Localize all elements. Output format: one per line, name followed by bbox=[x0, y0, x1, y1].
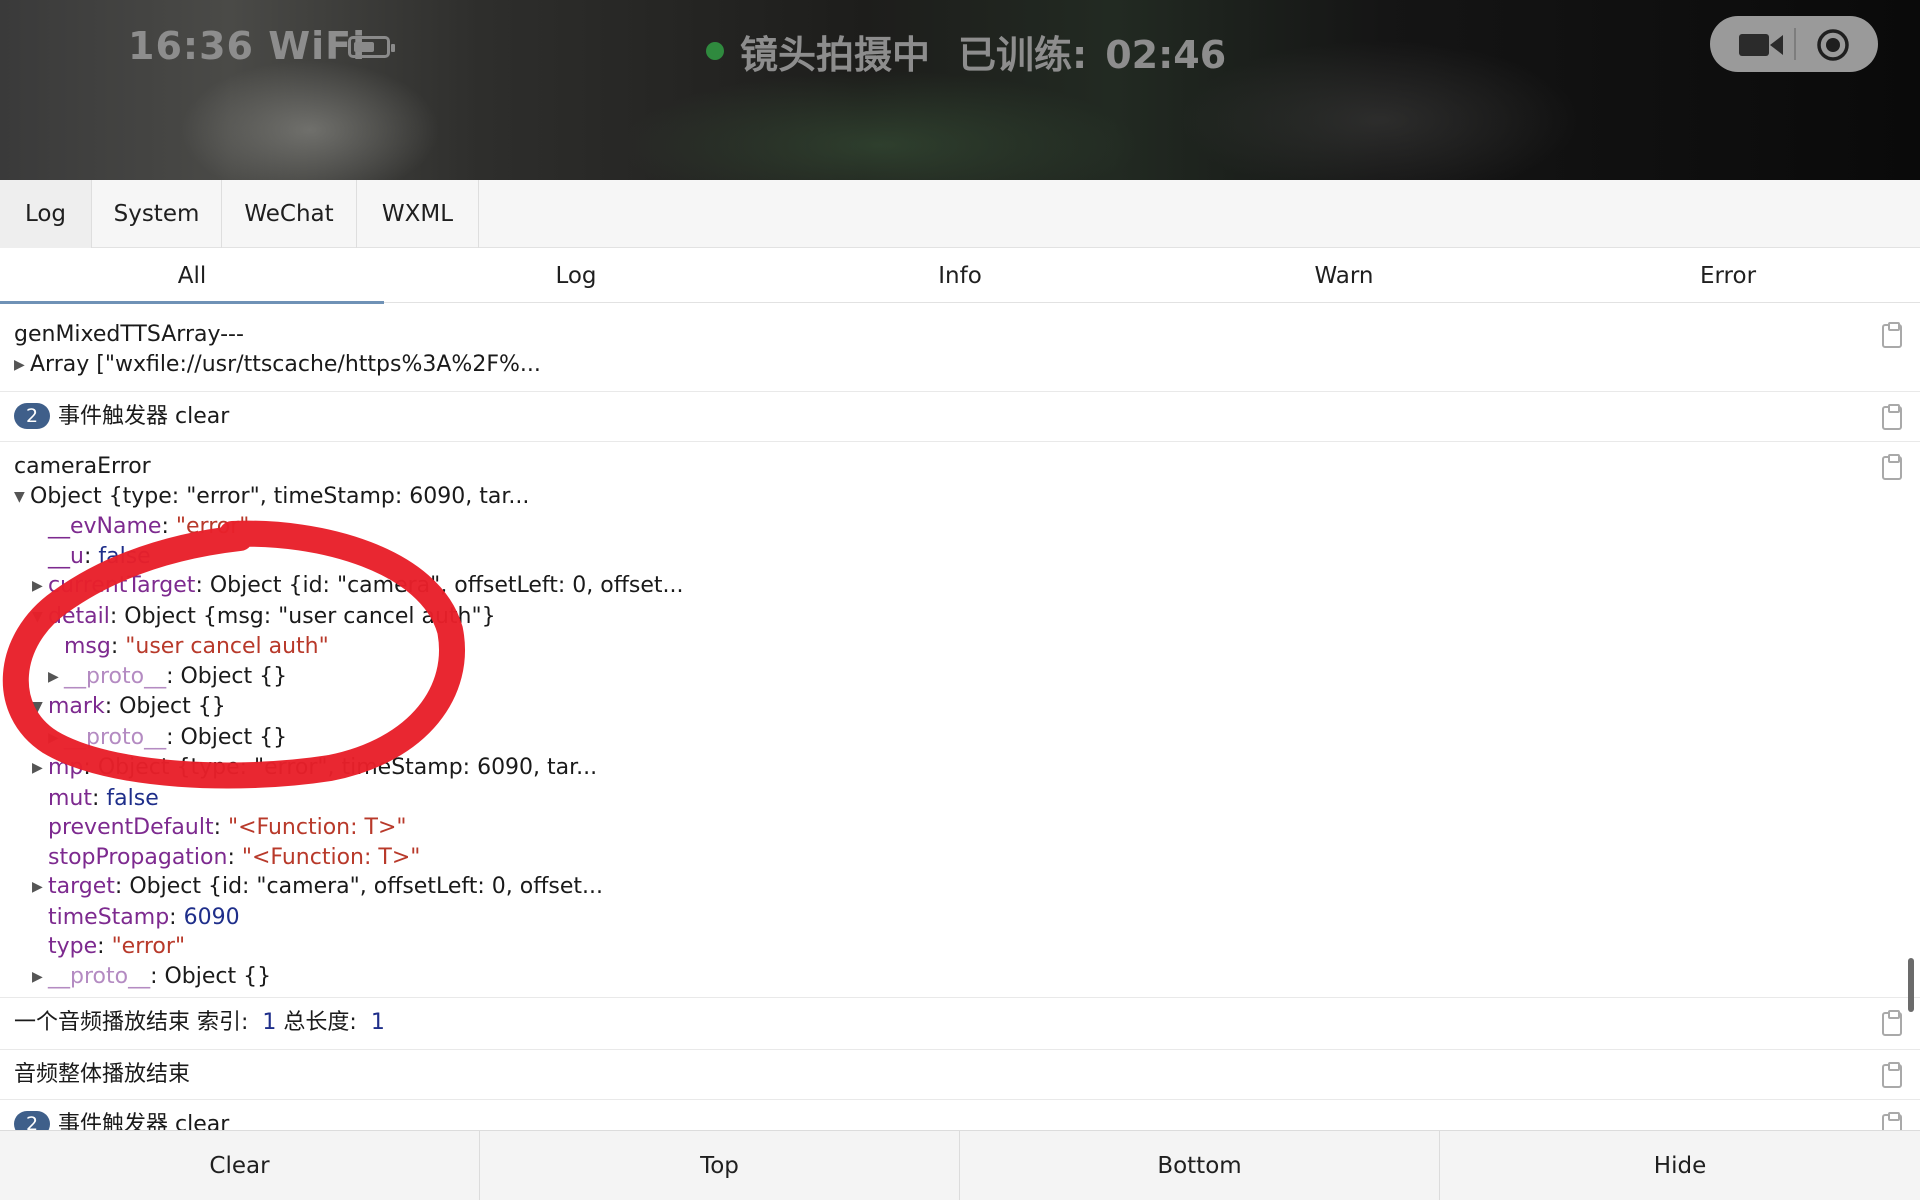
object-property[interactable]: ▶ __proto__: Object {} bbox=[14, 962, 1920, 993]
console-tabs: Log System WeChat WXML bbox=[0, 180, 1920, 248]
expand-triangle-icon[interactable]: ▶ bbox=[48, 663, 64, 693]
tab-log[interactable]: Log bbox=[0, 180, 92, 248]
expand-triangle-icon[interactable]: ▶ bbox=[32, 873, 48, 903]
log-entry-text: 总长度: bbox=[283, 1010, 357, 1035]
object-property[interactable]: ▶ mp: Object {type: "error", timeStamp: 6… bbox=[14, 753, 1920, 784]
status-time-wifi: 16:36 WiFi bbox=[128, 24, 367, 68]
repeat-count-badge: 2 bbox=[14, 403, 50, 429]
camera-background-blur bbox=[620, 70, 1140, 180]
filter-log[interactable]: Log bbox=[384, 248, 768, 303]
filter-info[interactable]: Info bbox=[768, 248, 1152, 303]
copy-icon[interactable] bbox=[1882, 1112, 1902, 1130]
video-camera-icon[interactable] bbox=[1738, 32, 1784, 58]
object-summary-row[interactable]: ▼ Object {type: "error", timeStamp: 6090,… bbox=[14, 482, 1920, 513]
battery-icon bbox=[348, 36, 395, 58]
log-entry: 2 事件触发器 clear bbox=[0, 1100, 1920, 1130]
log-list[interactable]: genMixedTTSArray--- ▶ Array ["wxfile://us… bbox=[0, 310, 1920, 1130]
copy-icon[interactable] bbox=[1882, 404, 1902, 430]
log-entry-title: genMixedTTSArray--- bbox=[14, 322, 244, 347]
object-property[interactable]: ▶ target: Object {id: "camera", offsetLef… bbox=[14, 872, 1920, 903]
copy-icon[interactable] bbox=[1882, 322, 1902, 348]
object-property: mut: false bbox=[48, 785, 159, 811]
collapse-triangle-icon[interactable]: ▼ bbox=[32, 693, 48, 723]
object-property[interactable]: ▶ __proto__: Object {} bbox=[14, 662, 1920, 693]
log-entry-summary[interactable]: ▶ Array ["wxfile://usr/ttscache/https%3A%… bbox=[14, 350, 1920, 381]
object-property[interactable]: ▼ detail: Object {msg: "user cancel auth"… bbox=[14, 602, 1920, 633]
expand-triangle-icon[interactable]: ▶ bbox=[32, 963, 48, 993]
log-entry-text: 事件触发器 clear bbox=[58, 404, 230, 429]
expand-triangle-icon[interactable]: ▶ bbox=[48, 724, 64, 754]
tab-system[interactable]: System bbox=[92, 180, 222, 248]
filter-warn[interactable]: Warn bbox=[1152, 248, 1536, 303]
trained-label: 已训练: bbox=[958, 33, 1088, 77]
log-entry: 一个音频播放结束 索引: 1 总长度: 1 bbox=[0, 998, 1920, 1050]
log-entry: cameraError ▼ Object {type: "error", time… bbox=[0, 442, 1920, 998]
recording-label: 镜头拍摄中 bbox=[740, 33, 931, 77]
record-icon[interactable] bbox=[1816, 28, 1850, 62]
expand-triangle-icon[interactable]: ▶ bbox=[32, 754, 48, 784]
copy-icon[interactable] bbox=[1882, 454, 1902, 480]
log-entry: 音频整体播放结束 bbox=[0, 1050, 1920, 1100]
scrollbar-thumb[interactable] bbox=[1908, 958, 1914, 1012]
bottom-button[interactable]: Bottom bbox=[960, 1131, 1440, 1200]
object-property[interactable]: ▶ currentTarget: Object {id: "camera", of… bbox=[14, 571, 1920, 602]
log-entry: 2 事件触发器 clear bbox=[0, 392, 1920, 442]
top-button[interactable]: Top bbox=[480, 1131, 960, 1200]
camera-background-blur bbox=[1180, 40, 1580, 180]
log-entry: genMixedTTSArray--- ▶ Array ["wxfile://us… bbox=[0, 310, 1920, 392]
collapse-triangle-icon[interactable]: ▼ bbox=[14, 483, 30, 513]
trained-time: 02:46 bbox=[1105, 33, 1227, 77]
tab-wechat[interactable]: WeChat bbox=[222, 180, 357, 248]
tab-wxml[interactable]: WXML bbox=[357, 180, 479, 248]
audio-index: 1 bbox=[262, 1010, 277, 1035]
array-summary: Array ["wxfile://usr/ttscache/https%3A%2… bbox=[30, 351, 541, 377]
log-entry-text: 事件触发器 clear bbox=[58, 1112, 230, 1130]
expand-triangle-icon[interactable]: ▶ bbox=[32, 572, 48, 602]
object-property: stopPropagation: "<Function: T>" bbox=[48, 844, 421, 870]
object-property: preventDefault: "<Function: T>" bbox=[48, 815, 407, 840]
recording-dot-icon bbox=[706, 42, 724, 60]
audio-total: 1 bbox=[370, 1010, 385, 1035]
copy-icon[interactable] bbox=[1882, 1010, 1902, 1036]
hide-button[interactable]: Hide bbox=[1440, 1131, 1920, 1200]
object-property: __u: false bbox=[48, 543, 151, 569]
controls-divider bbox=[1794, 28, 1796, 60]
camera-controls bbox=[1710, 16, 1878, 72]
camera-background-blur bbox=[180, 60, 440, 180]
bottom-action-bar: Clear Top Bottom Hide bbox=[0, 1130, 1920, 1200]
copy-icon[interactable] bbox=[1882, 1062, 1902, 1088]
repeat-count-badge: 2 bbox=[14, 1111, 50, 1130]
expand-triangle-icon[interactable]: ▶ bbox=[14, 351, 30, 381]
log-entry-title: cameraError bbox=[14, 454, 151, 479]
object-property[interactable]: ▶ __proto__: Object {} bbox=[14, 723, 1920, 754]
collapse-triangle-icon[interactable]: ▼ bbox=[32, 603, 48, 633]
clear-button[interactable]: Clear bbox=[0, 1131, 480, 1200]
object-property: msg: "user cancel auth" bbox=[64, 634, 329, 659]
object-property: type: "error" bbox=[48, 934, 186, 959]
recording-status: 镜头拍摄中 已训练: 02:46 bbox=[740, 24, 1226, 79]
camera-preview: 16:36 WiFi 镜头拍摄中 已训练: 02:46 bbox=[0, 0, 1920, 180]
object-property[interactable]: ▼ mark: Object {} bbox=[14, 692, 1920, 723]
filter-all[interactable]: All bbox=[0, 248, 384, 304]
object-property: timeStamp: 6090 bbox=[48, 904, 240, 930]
log-entry-text: 音频整体播放结束 bbox=[14, 1062, 191, 1087]
filter-error[interactable]: Error bbox=[1536, 248, 1920, 303]
log-level-filters: All Log Info Warn Error bbox=[0, 248, 1920, 304]
log-entry-text: 一个音频播放结束 索引: bbox=[14, 1010, 249, 1035]
object-property: __evName: "error" bbox=[48, 514, 250, 539]
